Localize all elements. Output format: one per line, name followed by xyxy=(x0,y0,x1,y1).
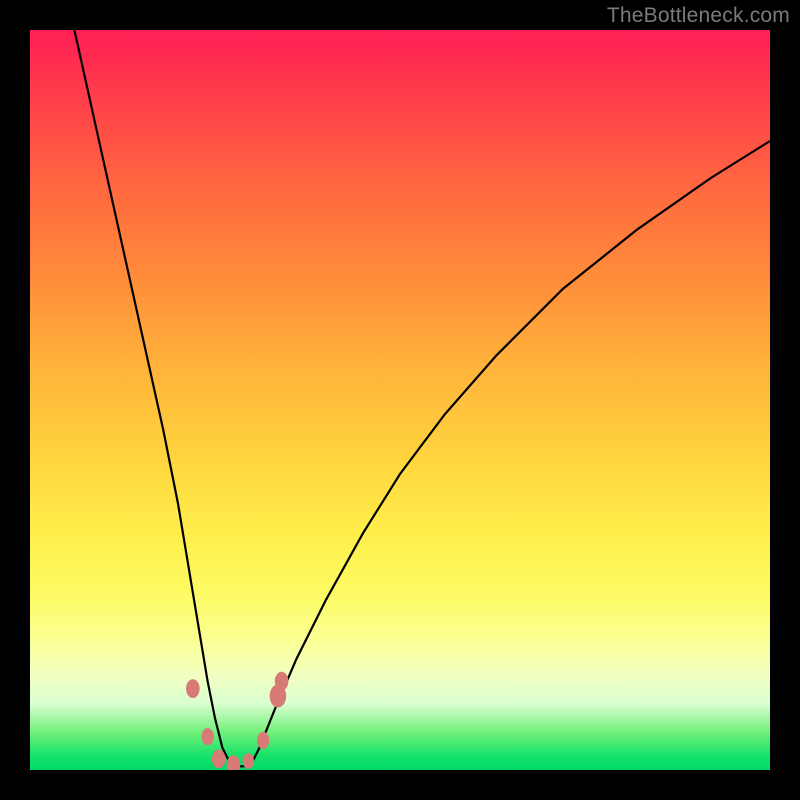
dot-left-upper xyxy=(186,679,200,698)
chart-frame: TheBottleneck.com xyxy=(0,0,800,800)
watermark-text: TheBottleneck.com xyxy=(607,4,790,28)
dot-left-mid xyxy=(201,728,213,745)
dot-right-lower xyxy=(257,732,269,749)
bottleneck-curve xyxy=(74,30,770,766)
chart-plot-area xyxy=(30,30,770,770)
dot-bottom-3 xyxy=(243,753,254,769)
dot-right-upper2 xyxy=(275,672,289,691)
dot-bottom-2 xyxy=(227,755,241,770)
dot-bottom-1 xyxy=(212,750,226,769)
marker-group xyxy=(186,672,288,770)
chart-svg xyxy=(30,30,770,770)
